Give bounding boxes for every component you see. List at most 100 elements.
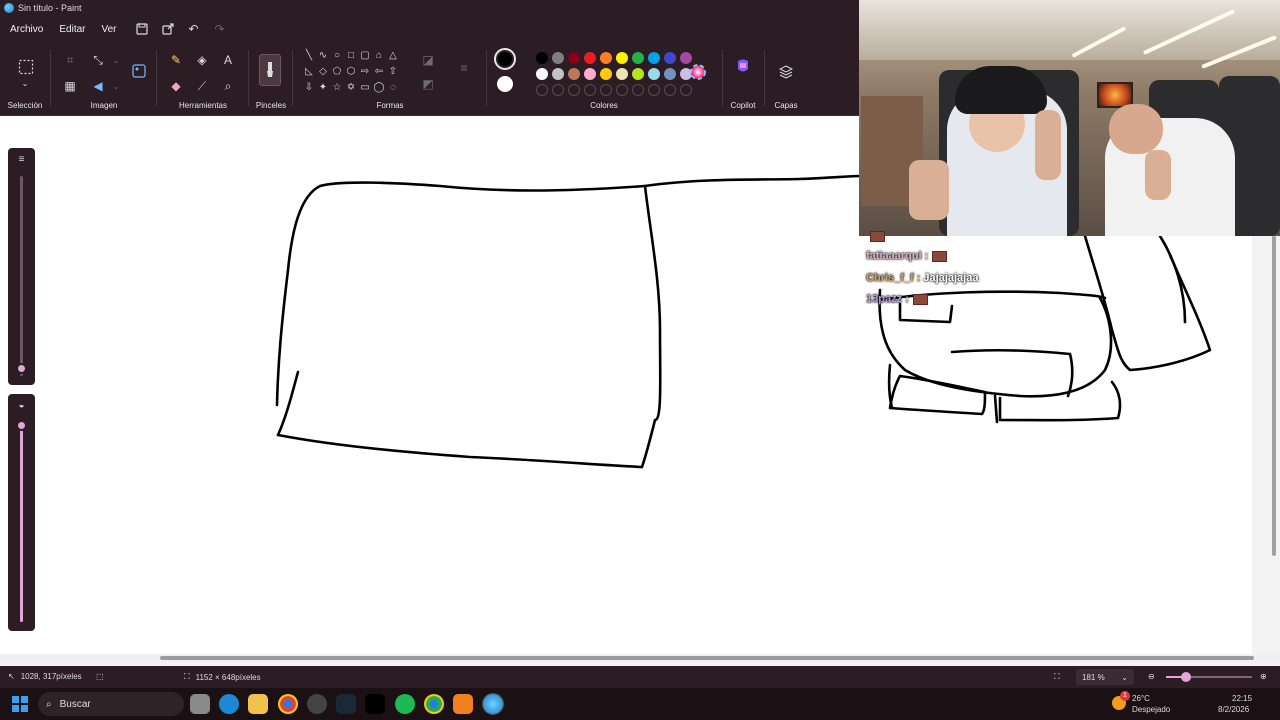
palette-color-swatch[interactable] [600,52,612,64]
shape-fill-icon[interactable]: ◩ [418,74,438,94]
palette-custom-slot[interactable] [616,84,628,96]
hexagon-shape-icon[interactable]: ⬡ [344,64,358,78]
palette-color-swatch[interactable] [632,52,644,64]
palette-color-swatch[interactable] [632,68,644,80]
left-arrow-shape-icon[interactable]: ⇦ [372,64,386,78]
palette-color-swatch[interactable] [616,68,628,80]
palette-color-swatch[interactable] [600,68,612,80]
palette-color-swatch[interactable] [648,68,660,80]
palette-color-swatch[interactable] [568,68,580,80]
layers-icon[interactable] [776,62,796,82]
edit-colors-icon[interactable] [688,62,708,82]
horizontal-scrollbar[interactable] [160,656,1254,660]
redo-icon[interactable]: ↷ [209,18,231,40]
polygon-shape-icon[interactable]: ⌂ [372,48,386,62]
image-filters-icon[interactable]: ▦ [60,76,80,96]
palette-color-swatch[interactable] [616,52,628,64]
chatgpt-icon[interactable] [307,694,327,714]
text-icon[interactable]: A [218,50,238,70]
palette-custom-slot[interactable] [600,84,612,96]
select-rectangle-icon[interactable] [15,56,37,78]
callout-rect-shape-icon[interactable]: ▭ [358,80,372,94]
callout-cloud-shape-icon[interactable]: ◌ [386,80,400,94]
file-explorer-icon[interactable] [248,694,268,714]
palette-custom-slot[interactable] [664,84,676,96]
oval-shape-icon[interactable]: ○ [330,48,344,62]
zoom-slider-thumb[interactable] [1181,672,1191,682]
fit-to-window-icon[interactable]: ⛶ [1054,672,1060,682]
palette-color-swatch[interactable] [536,68,548,80]
shapes-expand-icon[interactable]: ≡ [454,58,474,78]
paint-taskbar-icon[interactable] [482,693,504,715]
menu-ver[interactable]: Ver [95,20,122,39]
eraser-icon[interactable]: ◆ [166,76,186,96]
up-arrow-shape-icon[interactable]: ⇧ [386,64,400,78]
task-view-icon[interactable] [190,694,210,714]
image-select-icon[interactable] [128,60,150,82]
color1-selector[interactable] [494,48,516,70]
clock-date[interactable]: 8/2/2026 [1218,705,1249,714]
shape-outline-icon[interactable]: ◪ [418,50,438,70]
palette-color-swatch[interactable] [584,52,596,64]
color-picker-icon[interactable]: ⟋ [192,76,212,96]
chrome-icon[interactable] [278,694,298,714]
color2-selector[interactable] [497,76,513,92]
palette-custom-slot[interactable] [648,84,660,96]
zoom-in-icon[interactable]: ⊕ [1260,672,1267,681]
share-icon[interactable] [157,18,179,40]
palette-color-swatch[interactable] [536,52,548,64]
triangle-shape-icon[interactable]: △ [386,48,400,62]
four-point-star-shape-icon[interactable]: ✦ [316,80,330,94]
windows-start-icon[interactable] [12,696,28,712]
vertical-scrollbar[interactable] [1272,236,1276,556]
brush-size-slider[interactable]: ≡ [8,148,35,385]
zoom-dropdown[interactable]: 181 % ⌄ [1076,669,1134,685]
palette-color-swatch[interactable] [584,68,596,80]
zoom-out-icon[interactable]: ⊖ [1148,672,1155,681]
save-icon[interactable] [131,18,153,40]
palette-color-swatch[interactable] [648,52,660,64]
rotate-dropdown-icon[interactable]: ⌄ [106,76,126,96]
five-point-star-shape-icon[interactable]: ☆ [330,80,344,94]
pencil-icon[interactable]: ✎ [166,50,186,70]
spotify-icon[interactable] [395,694,415,714]
rectangle-shape-icon[interactable]: □ [344,48,358,62]
select-dropdown-icon[interactable]: ⌄ [15,78,35,88]
palette-custom-slot[interactable] [632,84,644,96]
menu-editar[interactable]: Editar [53,20,91,39]
crop-icon[interactable]: ⌗ [60,50,80,70]
brush-size-thumb[interactable] [16,363,27,374]
clock-time[interactable]: 22:15 [1232,694,1252,703]
cloudflare-icon[interactable] [453,694,473,714]
palette-custom-slot[interactable] [568,84,580,96]
resize-icon[interactable]: ⤡ [88,50,108,70]
down-arrow-shape-icon[interactable]: ⇩ [302,80,316,94]
palette-custom-slot[interactable] [584,84,596,96]
steam-icon[interactable] [336,694,356,714]
resize-dropdown-icon[interactable]: ⌄ [106,50,126,70]
palette-color-swatch[interactable] [552,68,564,80]
menu-archivo[interactable]: Archivo [4,20,49,39]
undo-icon[interactable]: ↶ [183,18,205,40]
six-point-star-shape-icon[interactable]: ✡ [344,80,358,94]
copilot-icon[interactable] [733,56,753,76]
palette-custom-slot[interactable] [552,84,564,96]
palette-color-swatch[interactable] [664,52,676,64]
chrome-profile-icon[interactable] [424,694,444,714]
magnifier-icon[interactable]: ⌕ [218,76,238,96]
palette-color-swatch[interactable] [552,52,564,64]
edge-icon[interactable] [219,694,239,714]
palette-custom-slot[interactable] [680,84,692,96]
fill-bucket-icon[interactable]: ◈ [192,50,212,70]
opacity-slider[interactable]: ◒ [8,394,35,631]
line-shape-icon[interactable]: ╲ [302,48,316,62]
rotate-icon[interactable]: ◀ [88,76,108,96]
palette-custom-slot[interactable] [536,84,548,96]
diamond-shape-icon[interactable]: ◇ [316,64,330,78]
right-triangle-shape-icon[interactable]: ◺ [302,64,316,78]
pentagon-shape-icon[interactable]: ⬠ [330,64,344,78]
callout-oval-shape-icon[interactable]: ◯ [372,80,386,94]
palette-color-swatch[interactable] [664,68,676,80]
brush-icon[interactable] [259,54,281,86]
taskbar-search[interactable]: ⌕ Buscar [38,692,184,716]
